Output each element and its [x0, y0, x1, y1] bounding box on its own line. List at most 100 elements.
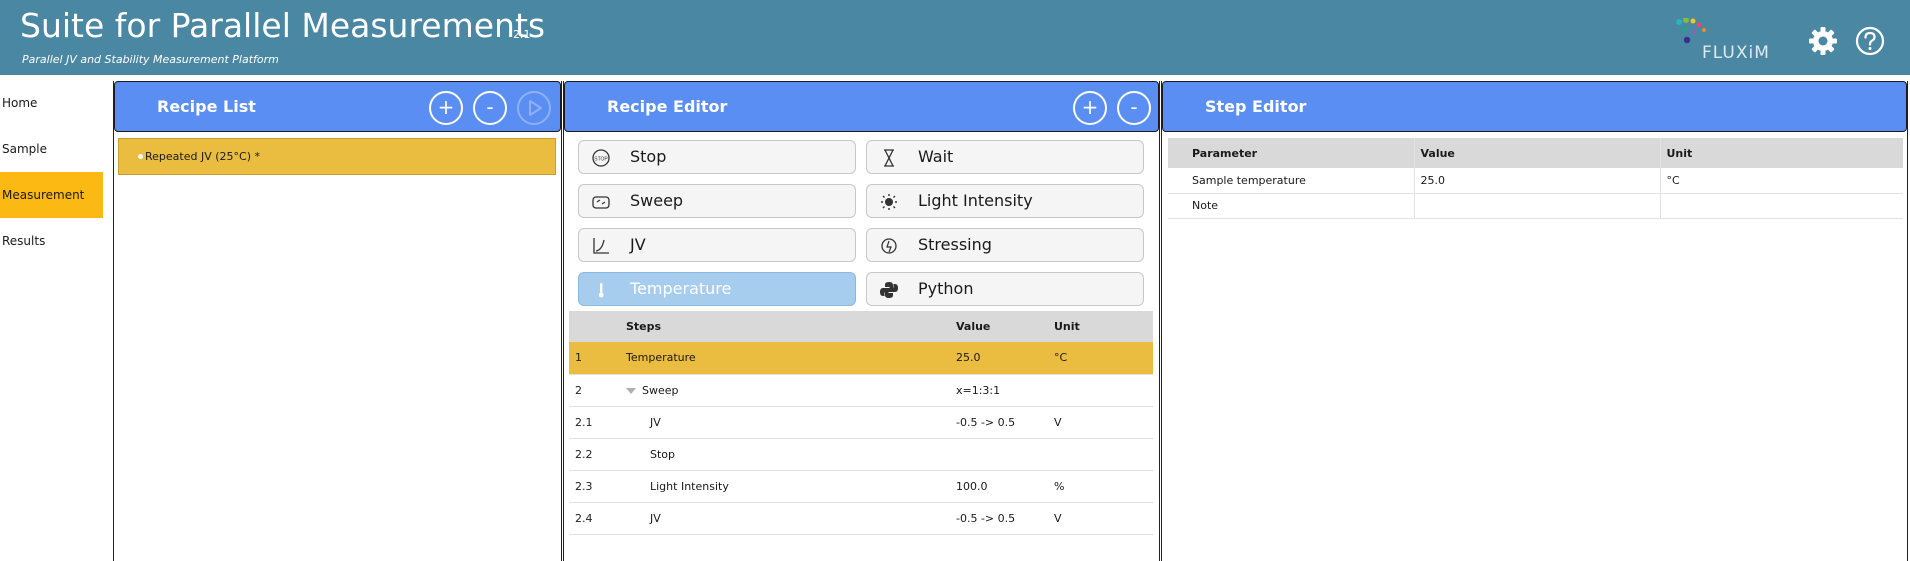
row-step: Stop: [620, 438, 950, 471]
hourglass-icon: [884, 149, 894, 167]
row-step: Sweep: [642, 383, 679, 397]
add-recipe-button[interactable]: +: [429, 91, 463, 125]
app-header: Suite for Parallel Measurements 2.1 Para…: [0, 0, 1910, 75]
steps-table: Steps Value Unit 1 Temperature 25.0 °C 2…: [569, 311, 1153, 535]
step-label: Light Intensity: [918, 191, 1033, 210]
row-unit: %: [1048, 470, 1153, 503]
value-column-header: Value: [950, 311, 1048, 342]
table-row[interactable]: 2.1 JV -0.5 -> 0.5 V: [569, 406, 1153, 439]
light-intensity-icon: [881, 194, 897, 210]
steps-column-header: Steps: [620, 311, 950, 342]
step-label: JV: [630, 235, 646, 254]
step-editor-title: Step Editor: [1205, 97, 1307, 116]
parameter-table-header: Parameter Value Unit: [1168, 138, 1903, 168]
row-unit: V: [1048, 406, 1153, 439]
add-step-button[interactable]: +: [1073, 91, 1107, 125]
unit-column-header: Unit: [1659, 138, 1903, 168]
row-value: -0.5 -> 0.5: [950, 406, 1048, 439]
step-label: Stop: [630, 147, 667, 166]
step-label: Wait: [918, 147, 954, 166]
jv-step-button[interactable]: JV: [578, 228, 856, 262]
step-label: Python: [918, 279, 974, 298]
recipe-editor-header: Recipe Editor + -: [564, 81, 1159, 132]
recipe-list-panel: Recipe List + - Repeated JV (25°C) *: [113, 81, 562, 561]
param-unit: °C: [1659, 168, 1903, 194]
param-name: Note: [1168, 193, 1414, 219]
row-index: 1: [569, 342, 620, 375]
sidebar-item-results[interactable]: Results: [0, 218, 103, 264]
step-label: Sweep: [630, 191, 684, 210]
param-unit: [1659, 193, 1903, 219]
row-unit: [1048, 374, 1153, 407]
row-step: Temperature: [620, 342, 950, 375]
app-version: 2.1: [513, 28, 531, 41]
status-dot-icon: [138, 154, 143, 159]
row-index: 2.4: [569, 502, 620, 535]
app-title: Suite for Parallel Measurements: [20, 6, 546, 45]
python-step-button[interactable]: Python: [866, 272, 1144, 306]
jv-curve-icon: [593, 238, 609, 254]
step-label: Stressing: [918, 235, 992, 254]
row-unit: °C: [1048, 342, 1153, 375]
light-intensity-step-button[interactable]: Light Intensity: [866, 184, 1144, 218]
sidebar-item-home[interactable]: Home: [0, 80, 103, 126]
parameter-column-header: Parameter: [1168, 138, 1414, 168]
unit-column-header: Unit: [1048, 311, 1153, 342]
step-editor-header: Step Editor: [1162, 81, 1907, 132]
sweep-icon: [592, 196, 610, 209]
fluxim-logo: FLUXiM: [1672, 18, 1787, 63]
python-icon: [880, 282, 898, 298]
row-step-cell: Sweep: [620, 374, 950, 407]
remove-step-button[interactable]: -: [1117, 91, 1151, 125]
recipe-item-label: Repeated JV (25°C) *: [145, 150, 260, 163]
row-value: 100.0: [950, 470, 1048, 503]
value-column-header: Value: [1413, 138, 1660, 168]
row-index: 2.1: [569, 406, 620, 439]
recipe-list-header: Recipe List + -: [114, 81, 561, 132]
stressing-step-button[interactable]: Stressing: [866, 228, 1144, 262]
table-row[interactable]: 2 Sweep x=1:3:1: [569, 374, 1153, 407]
row-unit: [1048, 438, 1153, 471]
sweep-step-button[interactable]: Sweep: [578, 184, 856, 218]
recipe-list-title: Recipe List: [157, 97, 256, 116]
row-step: JV: [620, 502, 950, 535]
thermometer-icon: [598, 283, 604, 298]
sidebar-nav: Home Sample Measurement Results: [0, 80, 103, 264]
expand-chevron-icon[interactable]: [626, 387, 636, 394]
svg-text:STOP: STOP: [594, 157, 608, 163]
table-row[interactable]: 1 Temperature 25.0 °C: [569, 342, 1153, 375]
param-value-field[interactable]: 25.0: [1413, 168, 1660, 194]
table-row[interactable]: Note: [1168, 193, 1903, 219]
recipe-editor-title: Recipe Editor: [607, 97, 728, 116]
row-index: 2: [569, 374, 620, 407]
row-index: 2.2: [569, 438, 620, 471]
steps-table-header: Steps Value Unit: [569, 311, 1153, 342]
index-column-header: [569, 311, 620, 342]
table-row[interactable]: Sample temperature 25.0 °C: [1168, 168, 1903, 194]
remove-recipe-button[interactable]: -: [473, 91, 507, 125]
run-recipe-button[interactable]: [517, 91, 551, 125]
stop-step-button[interactable]: STOP Stop: [578, 140, 856, 174]
play-icon: [529, 100, 542, 116]
table-row[interactable]: 2.4 JV -0.5 -> 0.5 V: [569, 502, 1153, 535]
sidebar-item-measurement[interactable]: Measurement: [0, 172, 103, 218]
parameter-table: Parameter Value Unit Sample temperature …: [1168, 138, 1903, 219]
row-value: 25.0: [950, 342, 1048, 375]
recipe-item[interactable]: Repeated JV (25°C) *: [118, 138, 556, 175]
row-unit: V: [1048, 502, 1153, 535]
step-editor-panel: Step Editor Parameter Value Unit Sample …: [1161, 81, 1908, 561]
table-row[interactable]: 2.2 Stop: [569, 438, 1153, 471]
help-icon[interactable]: [1855, 26, 1885, 56]
sidebar-item-sample[interactable]: Sample: [0, 126, 103, 172]
param-value-field[interactable]: [1413, 193, 1660, 219]
temperature-step-button[interactable]: Temperature: [578, 272, 856, 306]
stop-icon: STOP: [592, 149, 610, 167]
app-subtitle: Parallel JV and Stability Measurement Pl…: [22, 53, 279, 66]
row-index: 2.3: [569, 470, 620, 503]
row-step: JV: [620, 406, 950, 439]
settings-gear-icon[interactable]: [1808, 26, 1838, 56]
wait-step-button[interactable]: Wait: [866, 140, 1144, 174]
logo-text: FLUXiM: [1702, 43, 1770, 63]
table-row[interactable]: 2.3 Light Intensity 100.0 %: [569, 470, 1153, 503]
row-value: [950, 438, 1048, 471]
